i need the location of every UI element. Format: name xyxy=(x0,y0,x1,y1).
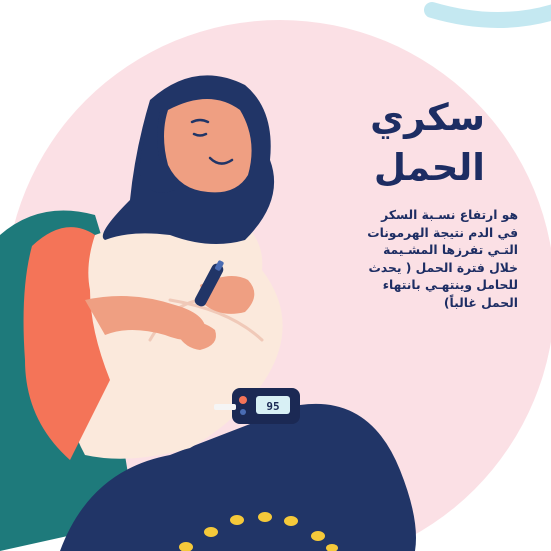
description-line: التـي تفرزها المشـيمة xyxy=(383,243,518,258)
description: هو ارتفاع نسـبة السكر في الدم نتيجة الهر… xyxy=(278,207,518,313)
description-line: الحمل غالباً) xyxy=(443,295,518,310)
page-title: سكري الحمل xyxy=(265,93,485,193)
infographic-card: 95 سكري الحمل هو ارتفاع نسـبة السكر في ا… xyxy=(0,0,551,551)
title-line-2: الحمل xyxy=(373,146,485,189)
description-line: خلال فترة الحمل ( يحدث xyxy=(368,260,518,275)
description-line: في الدم نتيجة الهرمونات xyxy=(367,225,518,240)
meter-reading: 95 xyxy=(266,400,279,413)
description-line: هو ارتفاع نسـبة السكر xyxy=(381,208,518,222)
face xyxy=(164,99,252,193)
description-line: للحامل وينتهـي بانتهاء xyxy=(382,278,518,293)
title-line-1: سكري xyxy=(370,96,485,139)
decorative-arc xyxy=(424,2,551,28)
